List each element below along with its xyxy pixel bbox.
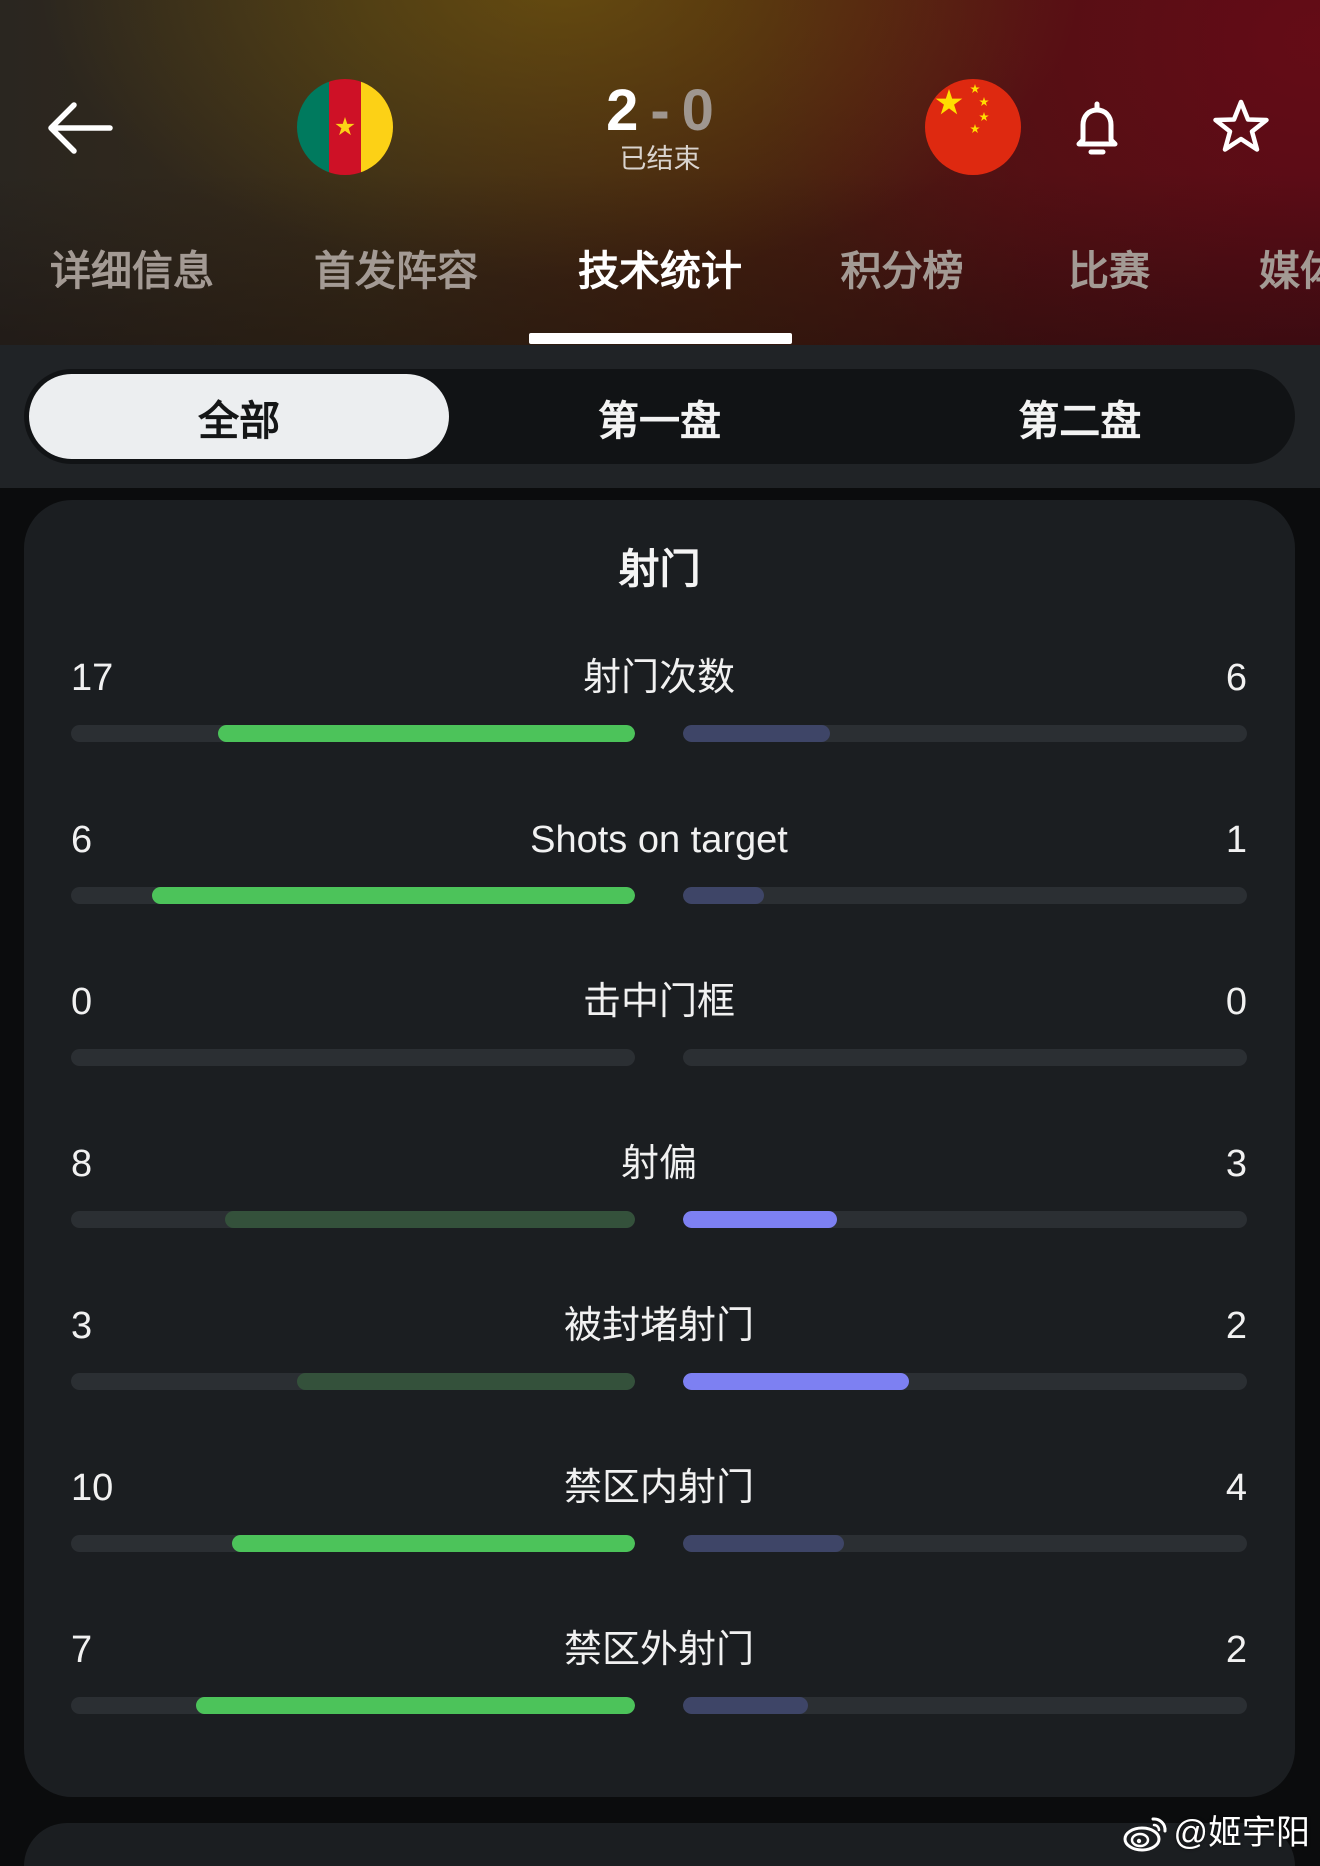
stat-label: 射门次数: [582, 657, 735, 699]
home-bar-fill: [224, 1211, 635, 1228]
notification-button[interactable]: [1073, 99, 1121, 157]
tab-active-indicator: [528, 333, 792, 344]
stat-label: 禁区内射门: [563, 1467, 754, 1509]
score-separator: -: [650, 78, 670, 143]
tab-standings[interactable]: 积分榜: [841, 246, 964, 296]
watermark: @姬宇阳: [1123, 1812, 1310, 1854]
home-bar-fill: [218, 725, 635, 742]
home-bar-fill: [232, 1535, 635, 1552]
away-bar-track: [683, 1049, 1247, 1066]
stat-label: 被封堵射门: [563, 1305, 754, 1347]
back-button[interactable]: [44, 100, 114, 156]
stat-label: 射偏: [620, 1143, 697, 1185]
away-bar-fill: [683, 1535, 845, 1552]
home-bar-track: [71, 1211, 635, 1228]
next-stats-card: [24, 1823, 1295, 1866]
tab-matches[interactable]: 比赛: [1068, 246, 1150, 296]
home-value: 8: [71, 1143, 93, 1185]
home-team-flag[interactable]: [297, 79, 393, 175]
tab-lineups[interactable]: 首发阵容: [314, 246, 478, 296]
weibo-icon: [1123, 1817, 1167, 1852]
match-score: 2-0: [460, 82, 860, 140]
stat-row: 7 禁区外射门 2: [71, 1625, 1247, 1787]
away-value: 3: [1225, 1143, 1247, 1185]
home-bar-fill: [296, 1373, 635, 1390]
home-bar-track: [71, 1697, 635, 1714]
home-value: 6: [71, 819, 93, 861]
period-option-all[interactable]: 全部: [29, 374, 450, 459]
home-value: 7: [71, 1629, 93, 1671]
away-score: 0: [681, 78, 714, 143]
cameroon-flag-icon: [297, 79, 393, 175]
home-bar-fill: [196, 1697, 635, 1714]
away-bar-track: [683, 1535, 1247, 1552]
home-bar-track: [71, 1049, 635, 1066]
home-value: 10: [71, 1467, 114, 1509]
stat-label: Shots on target: [530, 819, 788, 861]
stat-row: 0 击中门框 0: [71, 977, 1247, 1139]
home-value: 0: [71, 981, 93, 1023]
period-filter-bar: 全部 第一盘 第二盘: [0, 345, 1320, 488]
stat-row: 3 被封堵射门 2: [71, 1301, 1247, 1463]
home-value: 17: [71, 657, 114, 699]
watermark-text: @姬宇阳: [1173, 1814, 1310, 1852]
tab-statistics[interactable]: 技术统计: [578, 246, 742, 296]
period-segmented-control: 全部 第一盘 第二盘: [24, 369, 1295, 464]
stat-row: 6 Shots on target 1: [71, 815, 1247, 977]
away-team-flag[interactable]: [925, 79, 1021, 175]
away-bar-track: [683, 1373, 1247, 1390]
away-bar-track: [683, 887, 1247, 904]
away-bar-fill: [683, 1697, 809, 1714]
match-header: 2-0 已结束 详细信息 首发阵容 技术统计 积分榜 比赛 媒: [0, 0, 1320, 345]
arrow-left-icon: [48, 102, 113, 154]
shots-stats-card: 射门 17 射门次数 6 6 Shots on target 1 0 击中门框 …: [24, 500, 1295, 1797]
star-icon: [1213, 99, 1269, 152]
away-bar-fill: [683, 725, 831, 742]
away-value: 0: [1225, 981, 1247, 1023]
away-value: 6: [1225, 657, 1247, 699]
home-score: 2: [606, 78, 639, 143]
match-stats-screen: 2-0 已结束 详细信息 首发阵容 技术统计 积分榜 比赛 媒 全部 第一盘 第…: [0, 0, 1320, 1866]
section-title: 射门: [618, 546, 701, 592]
tab-bar: 详细信息 首发阵容 技术统计 积分榜 比赛 媒体: [0, 246, 1320, 345]
away-value: 2: [1225, 1629, 1247, 1671]
stat-row: 17 射门次数 6: [71, 653, 1247, 815]
period-option-first[interactable]: 第一盘: [449, 374, 869, 459]
stat-row: 8 射偏 3: [71, 1139, 1247, 1301]
home-bar-fill: [151, 887, 635, 904]
stat-row: 10 禁区内射门 4: [71, 1463, 1247, 1625]
tab-media[interactable]: 媒体: [1259, 246, 1320, 296]
stat-label: 击中门框: [582, 981, 735, 1023]
stats-list: 17 射门次数 6 6 Shots on target 1 0 击中门框 0 8…: [71, 653, 1247, 1787]
home-value: 3: [71, 1305, 93, 1347]
home-bar-track: [71, 1373, 635, 1390]
away-bar-fill: [683, 1211, 837, 1228]
tab-details[interactable]: 详细信息: [50, 246, 214, 296]
away-value: 2: [1225, 1305, 1247, 1347]
home-bar-track: [71, 725, 635, 742]
away-value: 1: [1225, 819, 1247, 861]
away-bar-track: [683, 1697, 1247, 1714]
away-bar-fill: [683, 1373, 909, 1390]
away-bar-track: [683, 1211, 1247, 1228]
away-value: 4: [1225, 1467, 1247, 1509]
favorite-button[interactable]: [1211, 98, 1271, 156]
china-flag-icon: [925, 79, 1021, 175]
stat-label: 禁区外射门: [563, 1629, 754, 1671]
bell-icon: [1076, 101, 1118, 155]
away-bar-track: [683, 725, 1247, 742]
home-bar-track: [71, 887, 635, 904]
match-status: 已结束: [619, 144, 701, 174]
period-option-second[interactable]: 第二盘: [870, 374, 1290, 459]
home-bar-track: [71, 1535, 635, 1552]
away-bar-fill: [683, 887, 764, 904]
